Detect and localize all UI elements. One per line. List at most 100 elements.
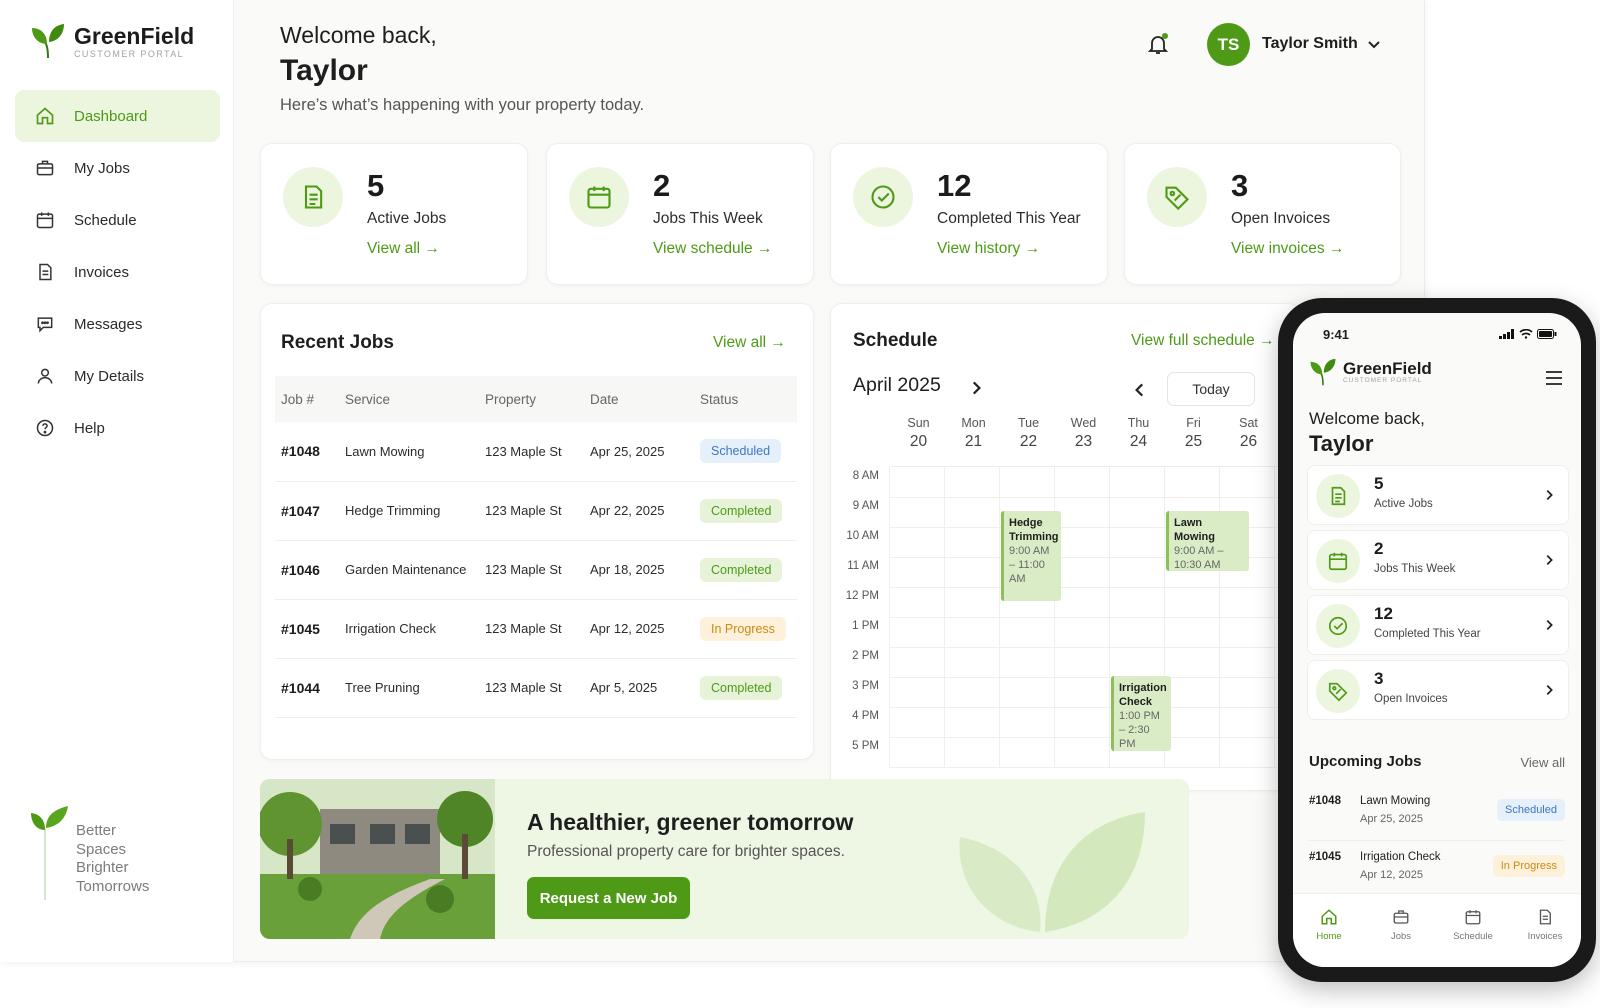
list-item[interactable]: #1045 Irrigation Check Apr 12, 2025 In P… [1309, 847, 1565, 897]
tag-icon [1328, 682, 1348, 702]
sidebar-item-dashboard[interactable]: Dashboard [15, 90, 220, 142]
column-header[interactable]: Service [339, 376, 479, 422]
job-date: Apr 25, 2025 [584, 422, 694, 482]
stat-value: 5 [1374, 474, 1384, 493]
view-history-link[interactable]: View history → [937, 240, 1040, 258]
job-id[interactable]: #1044 [275, 658, 339, 718]
chevron-right-icon [1546, 620, 1553, 630]
sprout-icon [31, 806, 68, 900]
notification-bell-icon[interactable] [1146, 32, 1170, 56]
stat-label: Completed This Year [1374, 628, 1481, 640]
tab-home[interactable]: Home [1293, 894, 1365, 967]
day-date: 23 [1074, 433, 1093, 450]
chevron-left-icon[interactable] [1131, 381, 1149, 399]
sidebar: GreenField CUSTOMER PORTAL Dashboard My … [0, 0, 234, 962]
column-header[interactable]: Property [479, 376, 584, 422]
mobile-brand-logo[interactable]: GreenField CUSTOMER PORTAL [1309, 357, 1432, 387]
job-id[interactable]: #1045 [275, 599, 339, 659]
tab-invoices[interactable]: Invoices [1509, 894, 1581, 967]
tab-schedule[interactable]: Schedule [1437, 894, 1509, 967]
chevron-right-icon[interactable] [967, 379, 985, 397]
today-button[interactable]: Today [1167, 372, 1255, 406]
sidebar-item-label: Help [74, 419, 105, 437]
calendar-day-header[interactable]: Thu 24 [1111, 416, 1166, 451]
recent-jobs-card: Recent Jobs View all → Job # Service Pro… [260, 303, 814, 760]
day-date: 21 [964, 433, 983, 450]
mobile-stat-completed[interactable]: 12 Completed This Year [1307, 595, 1569, 655]
leaf-logo-icon [1310, 358, 1336, 386]
table-row[interactable]: #1048 Lawn Mowing 123 Maple St Apr 25, 2… [275, 422, 797, 482]
leaf-logo-icon [32, 24, 64, 59]
mobile-stat-active-jobs[interactable]: 5 Active Jobs [1307, 465, 1569, 525]
user-name[interactable]: Taylor Smith [1262, 35, 1358, 53]
view-full-schedule-link[interactable]: View full schedule → [1131, 332, 1275, 350]
table-row[interactable]: #1047 Hedge Trimming 123 Maple St Apr 22… [275, 481, 797, 541]
day-name: Sun [907, 416, 930, 430]
document-icon [1331, 486, 1346, 506]
calendar-event[interactable]: Lawn Mowing 9:00 AM – 10:30 AM [1166, 511, 1249, 571]
avatar[interactable]: TS [1207, 23, 1250, 66]
sidebar-item-schedule[interactable]: Schedule [15, 194, 220, 246]
sidebar-item-my-jobs[interactable]: My Jobs [15, 142, 220, 194]
job-property: 123 Maple St [479, 599, 584, 659]
stat-icon-wrap [1147, 167, 1207, 227]
hamburger-menu-icon[interactable] [1545, 371, 1563, 385]
mobile-screen: 9:41 GreenField CUSTOMER PORTAL Welcome … [1293, 313, 1581, 967]
calendar-day-header[interactable]: Tue 22 [1001, 416, 1056, 451]
chevron-down-icon[interactable] [1366, 36, 1382, 52]
job-id[interactable]: #1046 [275, 540, 339, 600]
event-title: Irrigation Check [1119, 682, 1167, 708]
recent-jobs-view-all-link[interactable]: View all → [713, 334, 786, 352]
job-status-cell: Scheduled [694, 422, 797, 482]
hour-label: 3 PM [852, 680, 879, 692]
calendar-day-header[interactable]: Sun 20 [891, 416, 946, 451]
stat-label: Active Jobs [367, 210, 447, 227]
job-date: Apr 12, 2025 [1360, 869, 1423, 881]
calendar-event[interactable]: Irrigation Check 1:00 PM – 2:30 PM [1111, 676, 1171, 751]
table-row[interactable]: #1045 Irrigation Check 123 Maple St Apr … [275, 599, 797, 659]
calendar-day-header[interactable]: Mon 21 [946, 416, 1001, 451]
job-id[interactable]: #1048 [275, 422, 339, 482]
sidebar-item-my-details[interactable]: My Details [15, 350, 220, 402]
view-all-link[interactable]: View all → [367, 240, 440, 258]
view-invoices-link[interactable]: View invoices → [1231, 240, 1344, 258]
column-header[interactable]: Date [584, 376, 694, 422]
brand-logo[interactable]: GreenField CUSTOMER PORTAL [30, 22, 194, 60]
calendar-day-header[interactable]: Fri 25 [1166, 416, 1221, 451]
job-id: #1045 [1309, 851, 1341, 863]
tab-jobs[interactable]: Jobs [1365, 894, 1437, 967]
calendar-grid: Hedge Trimming 9:00 AM – 11:00 AM Lawn Mow… [889, 466, 1279, 768]
stat-value: 12 [937, 168, 972, 203]
mobile-stat-jobs-week[interactable]: 2 Jobs This Week [1307, 530, 1569, 590]
status-badge: Completed [700, 675, 783, 700]
chevron-right-icon [1546, 685, 1553, 695]
column-header[interactable]: Status [694, 376, 797, 422]
grid-line [889, 497, 1277, 498]
mobile-stat-invoices[interactable]: 3 Open Invoices [1307, 660, 1569, 720]
sidebar-item-invoices[interactable]: Invoices [15, 246, 220, 298]
tab-label: Invoices [1527, 931, 1563, 942]
job-property: 123 Maple St [479, 658, 584, 718]
calendar-day-header[interactable]: Wed 23 [1056, 416, 1111, 451]
stat-icon-wrap [1316, 604, 1360, 648]
job-id[interactable]: #1047 [275, 481, 339, 541]
calendar-day-header[interactable]: Sat 26 [1221, 416, 1276, 451]
sidebar-item-messages[interactable]: Messages [15, 298, 220, 350]
chevron-right-icon [1546, 555, 1553, 565]
upcoming-view-all-link[interactable]: View all [1520, 755, 1565, 770]
column-header[interactable]: Job # [275, 376, 339, 422]
sidebar-item-help[interactable]: Help [15, 402, 220, 454]
table-row[interactable]: #1046 Garden Maintenance 123 Maple St Ap… [275, 540, 797, 600]
calendar-event[interactable]: Hedge Trimming 9:00 AM – 11:00 AM [1001, 511, 1061, 601]
table-row[interactable]: #1044 Tree Pruning 123 Maple St Apr 5, 2… [275, 658, 797, 718]
brand-name: GreenField [74, 22, 195, 49]
mobile-greeting: Welcome back, [1309, 409, 1425, 428]
sidebar-item-label: My Details [74, 367, 145, 385]
table-header-row: Job # Service Property Date Status [275, 376, 797, 422]
view-schedule-link[interactable]: View schedule → [653, 240, 772, 258]
request-new-job-button[interactable]: Request a New Job [527, 877, 690, 919]
mobile-tab-bar: Home Jobs Schedule Invoices [1293, 893, 1581, 967]
list-item[interactable]: #1048 Lawn Mowing Apr 25, 2025 Scheduled [1309, 791, 1565, 841]
sidebar-item-label: Schedule [74, 211, 137, 229]
hour-label: 10 AM [846, 530, 879, 542]
